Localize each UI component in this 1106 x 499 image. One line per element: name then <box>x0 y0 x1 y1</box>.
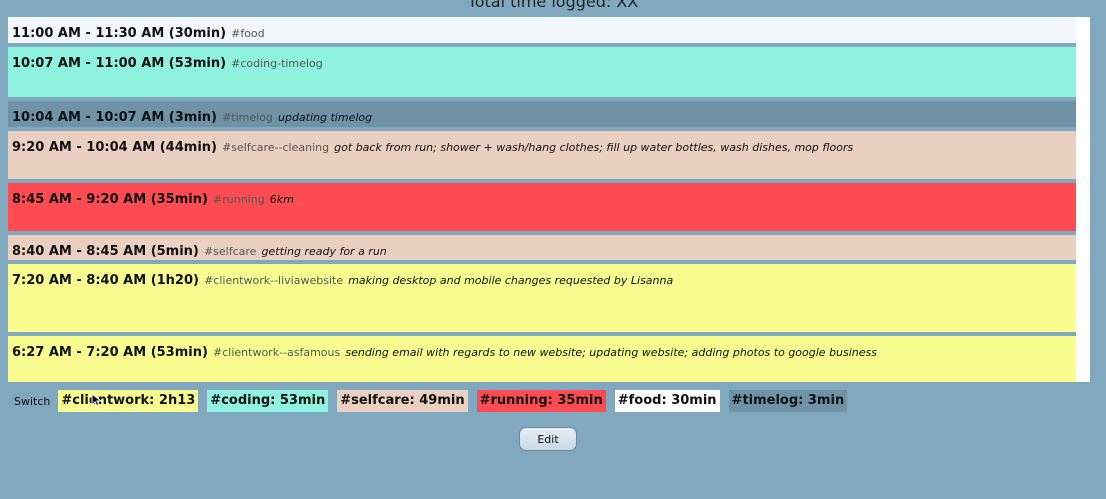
entry-time: 7:20 AM - 8:40 AM (1h20) <box>12 273 199 288</box>
entry-note: sending email with regards to new websit… <box>345 346 878 359</box>
entry-tag: #timelog <box>222 111 273 124</box>
entry-note: got back from run; shower + wash/hang cl… <box>334 141 854 154</box>
entry-note: 6km <box>269 193 294 206</box>
entry-tag: #food <box>231 27 265 40</box>
entry-time: 10:07 AM - 11:00 AM (53min) <box>12 56 227 71</box>
time-entry[interactable]: 10:04 AM - 10:07 AM (3min) #timelog upda… <box>8 101 1076 127</box>
entry-time: 6:27 AM - 7:20 AM (53min) <box>12 345 208 360</box>
list-scrollbar[interactable] <box>1076 17 1090 382</box>
entry-note: updating timelog <box>278 111 373 124</box>
entry-time: 10:04 AM - 10:07 AM (3min) <box>12 110 217 125</box>
time-entry[interactable]: 6:27 AM - 7:20 AM (53min) #clientwork--a… <box>8 336 1076 382</box>
time-entry[interactable]: 8:40 AM - 8:45 AM (5min) #selfcare getti… <box>8 235 1076 260</box>
mouse-cursor-icon <box>91 393 103 407</box>
entry-time: 8:45 AM - 9:20 AM (35min) <box>12 192 208 207</box>
time-entry[interactable]: 7:20 AM - 8:40 AM (1h20) #clientwork--li… <box>8 264 1076 332</box>
tag-summary-bar: Switch #clientwork: 2h13 #coding: 53min … <box>14 389 856 413</box>
entry-time: 11:00 AM - 11:30 AM (30min) <box>12 26 227 41</box>
entry-tag: #clientwork--asfamous <box>213 346 341 359</box>
summary-food[interactable]: #food: 30min <box>614 390 720 412</box>
time-entry[interactable]: 8:45 AM - 9:20 AM (35min) #running 6km <box>8 183 1076 231</box>
entry-tag: #coding-timelog <box>231 57 323 70</box>
entry-note: getting ready for a run <box>261 245 387 258</box>
entry-time: 9:20 AM - 10:04 AM (44min) <box>12 140 217 155</box>
time-entry[interactable]: 11:00 AM - 11:30 AM (30min) #food <box>8 17 1076 43</box>
time-entry[interactable]: 9:20 AM - 10:04 AM (44min) #selfcare--cl… <box>8 131 1076 179</box>
entry-tag: #clientwork--liviawebsite <box>204 274 344 287</box>
summary-coding[interactable]: #coding: 53min <box>207 390 329 412</box>
time-entry-list[interactable]: 11:00 AM - 11:30 AM (30min) #food 10:07 … <box>8 17 1076 382</box>
switch-label: Switch <box>14 394 51 408</box>
summary-clientwork[interactable]: #clientwork: 2h13 <box>58 390 199 412</box>
summary-running[interactable]: #running: 35min <box>476 390 606 412</box>
entry-time: 8:40 AM - 8:45 AM (5min) <box>12 244 199 259</box>
entry-tag: #running <box>213 193 265 206</box>
time-entry[interactable]: 10:07 AM - 11:00 AM (53min) #coding-time… <box>8 47 1076 97</box>
entry-tag: #selfcare--cleaning <box>222 141 330 154</box>
summary-timelog[interactable]: #timelog: 3min <box>728 390 848 412</box>
total-time-header: Total time logged: XX <box>467 0 639 11</box>
edit-button[interactable]: Edit <box>519 427 577 451</box>
entry-tag: #selfcare <box>203 245 257 258</box>
entry-note: making desktop and mobile changes reques… <box>348 274 674 287</box>
summary-selfcare[interactable]: #selfcare: 49min <box>337 390 468 412</box>
